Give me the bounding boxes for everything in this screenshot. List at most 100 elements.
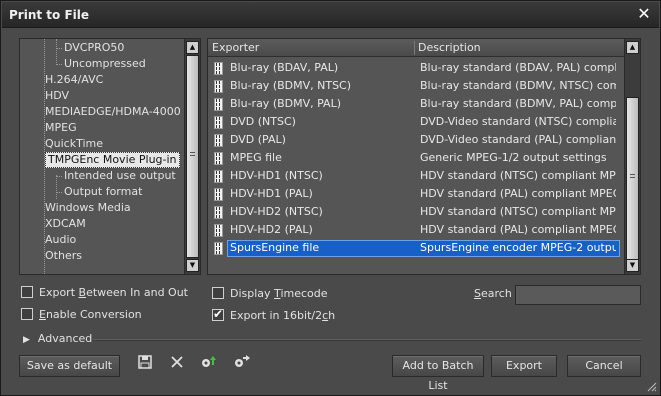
exporter-cell: Blu-ray (BDMV, PAL) [230,97,342,110]
search-label: Search [474,287,512,300]
tree-item[interactable]: HDV [45,88,69,104]
scroll-down-icon[interactable]: ▼ [626,259,639,272]
exporter-list[interactable]: Exporter Description Blu-ray (BDAV, PAL)… [207,38,641,275]
list-row[interactable]: Blu-ray (BDAV, PAL) Blu-ray standard (BDA… [208,59,624,77]
scroll-down-icon[interactable]: ▼ [186,259,199,272]
film-file-icon [214,206,223,219]
exporter-cell: DVD (NTSC) [230,115,296,128]
tree-item[interactable]: XDCAM [45,216,86,232]
add-to-batch-list-button[interactable]: Add to Batch List [392,355,484,392]
description-cell: Blu-ray standard (BDMV, NTSC) compl... [420,79,616,92]
resize-grip-icon[interactable] [645,380,657,392]
scroll-up-icon[interactable]: ▲ [186,41,199,54]
list-row[interactable]: Blu-ray (BDMV, PAL) Blu-ray standard (BDM… [208,95,624,113]
description-cell: DVD-Video standard (PAL) compliant ... [420,133,616,146]
label-part: etween In and Out [86,286,188,299]
list-header: Exporter Description [208,39,624,57]
tree-connector [56,48,62,49]
description-cell: SpursEngine encoder MPEG-2 output ... [420,241,616,254]
scroll-thumb[interactable] [626,97,639,261]
list-row[interactable]: DVD (NTSC) DVD-Video standard (NTSC) comp… [208,113,624,131]
tree-list: DVCPRO50 Uncompressed H.264/AVC HDV MEDIAEDG… [20,39,184,274]
advanced-toggle[interactable]: ▶ Advanced [23,332,92,345]
import-preset-icon[interactable] [200,355,218,373]
description-cell: HDV standard (NTSC) compliant MPEG... [420,205,616,218]
display-timecode-checkbox[interactable]: Display Timecode [212,286,328,302]
film-file-icon [214,134,223,147]
label-part: Export [39,286,79,299]
tree-item[interactable]: H.264/AVC [45,72,103,88]
save-as-default-button[interactable]: Save as default [19,355,120,377]
film-file-icon [214,224,223,237]
film-file-icon [214,98,223,111]
exporter-cell: MPEG file [230,151,282,164]
export-16bit-checkbox[interactable]: Export in 16bit/2ch [212,307,335,324]
list-row[interactable]: HDV-HD1 (NTSC) HDV standard (NTSC) compli… [208,167,624,185]
column-header-description[interactable]: Description [414,39,624,57]
description-cell: Generic MPEG-1/2 output settings [420,151,607,164]
window-title: Print to File [9,8,90,22]
divider [93,339,641,341]
checkbox-box[interactable] [21,286,33,298]
tree-item[interactable]: Audio [45,232,76,248]
list-row[interactable]: Blu-ray (BDMV, NTSC) Blu-ray standard (BD… [208,77,624,95]
checkbox-box[interactable] [21,308,33,320]
exporter-cell: Blu-ray (BDMV, NTSC) [230,79,352,92]
print-to-file-dialog: Print to File ✕ DVCPRO50 Uncompressed H.26… [0,0,661,396]
delete-icon[interactable] [168,355,186,373]
tree-item[interactable]: Intended use output [64,168,176,184]
tree-item[interactable]: Others [45,248,82,264]
label-part: Display [230,287,275,300]
enable-conversion-checkbox[interactable]: Enable Conversion [21,307,142,323]
film-file-icon [214,80,223,93]
exporter-cell: SpursEngine file [230,241,320,254]
description-cell: HDV standard (PAL) compliant MPEG-... [420,187,616,200]
close-icon[interactable]: ✕ [635,5,653,23]
tree-item[interactable]: MEDIAEDGE/HDMA-4000 [45,104,181,120]
film-file-icon [214,188,223,201]
list-row[interactable]: MPEG file Generic MPEG-1/2 output setting… [208,149,624,167]
search-input[interactable] [515,285,641,305]
export-between-checkbox[interactable]: Export Between In and Out [21,285,188,301]
description-cell: DVD-Video standard (NTSC) compliant... [420,115,616,128]
tree-item[interactable]: Uncompressed [64,56,146,72]
format-tree[interactable]: DVCPRO50 Uncompressed H.264/AVC HDV MEDIAEDG… [19,38,201,275]
checkbox-box[interactable] [212,307,224,322]
list-rows: Blu-ray (BDAV, PAL) Blu-ray standard (BDA… [208,58,624,274]
exporter-cell: DVD (PAL) [230,133,286,146]
list-row[interactable]: HDV-HD2 (NTSC) HDV standard (NTSC) compli… [208,203,624,221]
label-part: earch [480,287,512,300]
tree-item[interactable]: MPEG [45,120,77,136]
tree-scrollbar[interactable]: ▲ ▼ [184,39,200,274]
triangle-right-icon: ▶ [23,335,30,345]
tree-item[interactable]: QuickTime [45,136,103,152]
scroll-thumb[interactable] [186,55,199,258]
list-row[interactable]: HDV-HD2 (PAL) HDV standard (PAL) complian… [208,221,624,239]
label-accel: B [78,286,87,299]
list-row[interactable]: DVD (PAL) DVD-Video standard (PAL) compli… [208,131,624,149]
label-part: imecode [280,287,328,300]
export-button[interactable]: Export [491,355,557,377]
column-header-exporter[interactable]: Exporter [208,39,414,57]
description-cell: HDV standard (PAL) compliant MPEG-... [420,223,616,236]
tree-item[interactable]: Output format [64,184,142,200]
tree-item[interactable]: TMPGEnc Movie Plug-in [45,152,180,168]
list-row[interactable]: HDV-HD1 (PAL) HDV standard (PAL) complian… [208,185,624,203]
exporter-cell: HDV-HD1 (PAL) [230,187,313,200]
tree-item[interactable]: DVCPRO50 [64,40,124,56]
export-preset-icon[interactable] [233,355,251,373]
tree-item[interactable]: Windows Media [45,200,131,216]
description-cell: Blu-ray standard (BDAV, PAL) complia... [420,61,616,74]
tree-connector [56,176,62,177]
cancel-button[interactable]: Cancel [567,355,641,377]
scroll-up-icon[interactable]: ▲ [626,41,639,54]
list-scrollbar[interactable]: ▲ ▼ [624,39,640,274]
save-icon[interactable] [136,355,154,373]
description-cell: Blu-ray standard (BDMV, PAL) complia... [420,97,616,110]
checkbox-box[interactable] [212,287,224,299]
label-accel: S [474,287,481,300]
advanced-label: Advanced [37,332,93,345]
label-part: nable Conversion [45,308,142,321]
list-row[interactable]: SpursEngine file SpursEngine encoder MPEG… [208,239,624,257]
title-bar: Print to File ✕ [2,2,659,28]
